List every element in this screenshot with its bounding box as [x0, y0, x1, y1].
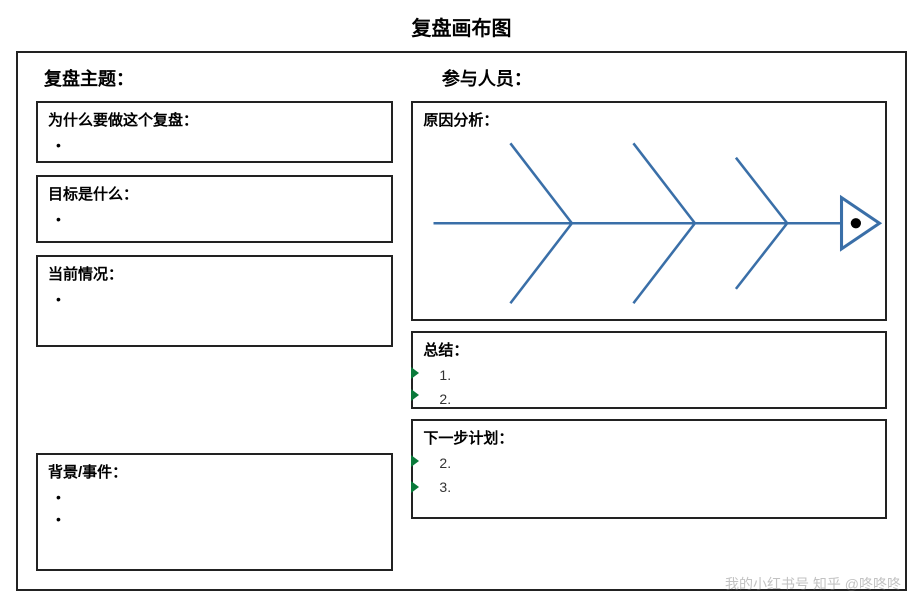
box-background-item-1: •	[48, 486, 381, 508]
box-why-item: •	[48, 134, 381, 156]
box-why-title: 为什么要做这个复盘：	[48, 109, 381, 130]
box-goal: 目标是什么： •	[36, 175, 393, 243]
marker-icon	[411, 367, 419, 379]
box-background-title: 背景/事件：	[48, 461, 381, 482]
next-item-2: 3.	[423, 476, 875, 500]
summary-item-1: 1.	[423, 364, 875, 388]
box-next-plan: 下一步计划： 2. 3.	[411, 419, 887, 519]
participants-label: 参与人员：	[402, 65, 887, 91]
marker-icon	[411, 455, 419, 467]
box-current: 当前情况： •	[36, 255, 393, 347]
next-item-1: 2.	[423, 452, 875, 476]
header-row: 复盘主题： 参与人员：	[36, 65, 887, 91]
box-next-title: 下一步计划：	[423, 427, 875, 448]
watermark: 我的小红书号 知乎 @咚咚咚	[725, 574, 901, 594]
marker-icon	[411, 389, 419, 401]
box-background-item-2: •	[48, 508, 381, 530]
box-background: 背景/事件： • •	[36, 453, 393, 571]
canvas-frame: 复盘主题： 参与人员： 为什么要做这个复盘： • 目标是什么： • 当前情况： …	[16, 51, 907, 591]
box-summary-title: 总结：	[423, 339, 875, 360]
fishbone-diagram-icon	[413, 131, 885, 305]
box-cause-analysis: 原因分析：	[411, 101, 887, 321]
box-current-item: •	[48, 288, 381, 310]
marker-icon	[411, 481, 419, 493]
columns: 为什么要做这个复盘： • 目标是什么： • 当前情况： • 背景/事件： • •…	[36, 101, 887, 571]
page-title: 复盘画布图	[0, 0, 923, 45]
box-current-title: 当前情况：	[48, 263, 381, 284]
summary-item-2: 2.	[423, 388, 875, 412]
box-summary: 总结： 1. 2.	[411, 331, 887, 409]
box-cause-title: 原因分析：	[423, 109, 875, 130]
box-goal-item: •	[48, 208, 381, 230]
right-column: 原因分析： 总结： 1. 2.	[411, 101, 887, 571]
left-column: 为什么要做这个复盘： • 目标是什么： • 当前情况： • 背景/事件： • •	[36, 101, 393, 571]
box-goal-title: 目标是什么：	[48, 183, 381, 204]
topic-label: 复盘主题：	[36, 65, 402, 91]
box-why: 为什么要做这个复盘： •	[36, 101, 393, 163]
